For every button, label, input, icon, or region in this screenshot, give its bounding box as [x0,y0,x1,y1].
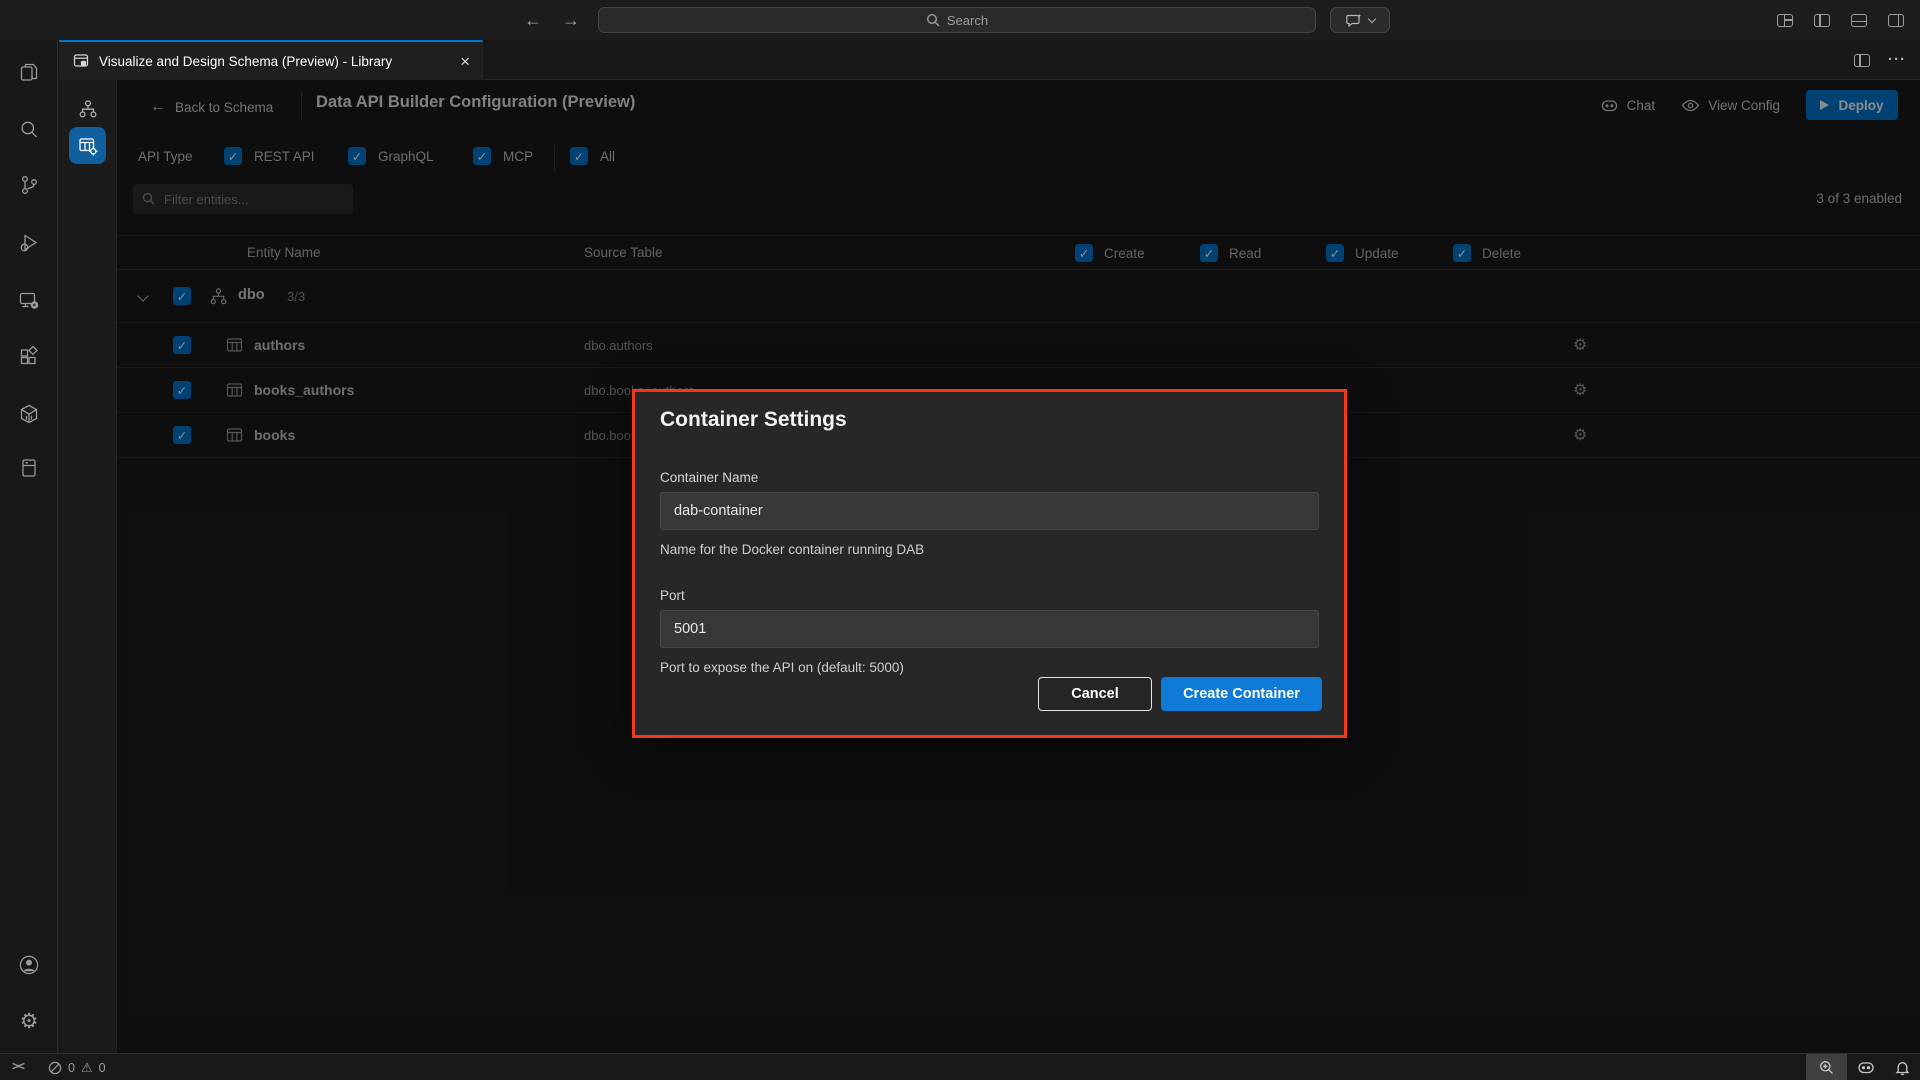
schema-toolbar [58,80,117,1053]
problems-indicator[interactable]: 0 0 [48,1054,106,1080]
remote-indicator-icon[interactable] [12,1059,24,1073]
explorer-icon[interactable] [0,48,58,96]
search-view-icon[interactable] [0,106,58,154]
container-name-help: Name for the Docker container running DA… [660,542,924,557]
status-bar: 0 0 [0,1053,1920,1080]
warning-count: 0 [99,1061,106,1075]
customize-layout-icon[interactable] [1777,14,1793,27]
vscode-window: ← → Search Visualize and Design Schema (… [0,0,1920,1080]
port-input[interactable] [660,610,1319,648]
copilot-chat-button[interactable] [1330,7,1390,33]
container-name-input[interactable] [660,492,1319,530]
remote-explorer-icon[interactable] [0,276,58,324]
tab-title: Visualize and Design Schema (Preview) - … [99,54,392,69]
schema-designer-icon [73,53,90,69]
port-help: Port to expose the API on (default: 5000… [660,660,904,675]
notifications-bell-button[interactable] [1885,1054,1920,1080]
run-debug-icon[interactable] [0,219,58,267]
search-label: Search [947,13,988,28]
close-icon[interactable] [460,53,470,70]
schema-view-button[interactable] [69,90,106,127]
search-icon [926,13,940,27]
titlebar: ← → Search [0,0,1920,40]
split-editor-icon[interactable] [1854,54,1870,67]
extensions-icon[interactable] [0,333,58,381]
bell-icon [1895,1060,1910,1075]
zoom-in-icon [1819,1060,1834,1075]
tab-visualize-design-schema[interactable]: Visualize and Design Schema (Preview) - … [59,40,483,80]
toggle-primary-sidebar-icon[interactable] [1814,14,1830,27]
dialog-title: Container Settings [660,408,847,432]
error-icon [48,1061,62,1075]
tab-bar: Visualize and Design Schema (Preview) - … [58,40,1920,80]
container-settings-dialog: Container Settings Container Name Name f… [632,389,1347,738]
table-config-icon [78,136,98,156]
copilot-chat-icon [1346,13,1362,27]
more-actions-icon[interactable] [1888,51,1906,69]
cancel-button[interactable]: Cancel [1038,677,1152,711]
account-icon[interactable] [0,941,58,989]
source-control-icon[interactable] [0,161,58,209]
error-count: 0 [68,1061,75,1075]
database-projects-icon[interactable] [0,444,58,492]
toggle-panel-icon[interactable] [1851,14,1867,27]
history-back-button[interactable]: ← [524,10,542,31]
hierarchy-icon [78,99,98,119]
zoom-status-button[interactable] [1806,1054,1847,1080]
container-name-label: Container Name [660,470,758,485]
container-tools-icon[interactable] [0,390,58,438]
port-label: Port [660,588,685,603]
copilot-status-button[interactable] [1847,1054,1885,1080]
activity-bar [0,40,58,1053]
toggle-secondary-sidebar-icon[interactable] [1888,14,1904,27]
history-forward-button[interactable]: → [562,10,580,31]
create-container-button[interactable]: Create Container [1161,677,1322,711]
dab-config-view-button[interactable] [69,127,106,164]
command-center-search[interactable]: Search [598,7,1316,33]
chevron-down-icon [1367,14,1375,22]
warning-icon [81,1060,93,1076]
copilot-icon [1857,1060,1875,1075]
settings-gear-icon[interactable] [0,997,58,1045]
